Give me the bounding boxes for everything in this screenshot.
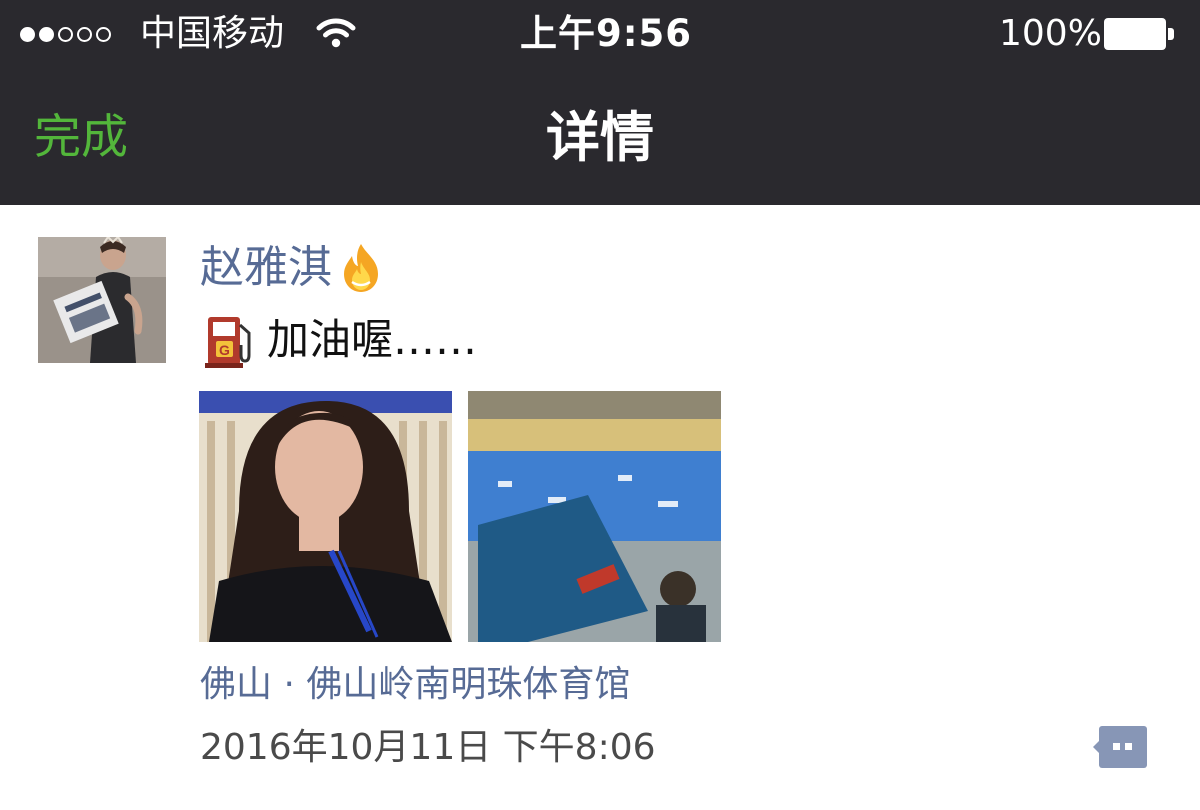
page-title: 详情 <box>546 106 654 169</box>
status-bar: 中国移动 上午9:56 100% <box>0 0 1200 70</box>
signal-dots <box>20 24 115 44</box>
post-author-row: 赵雅淇 <box>200 240 384 296</box>
fire-icon <box>338 242 384 294</box>
post-body: 加油喔…… <box>267 315 478 364</box>
battery-percent: 100% <box>999 13 1102 54</box>
clock: 上午9:56 <box>520 12 693 55</box>
author-name[interactable]: 赵雅淇 <box>200 240 332 296</box>
post-location[interactable]: 佛山 · 佛山岭南明珠体育馆 <box>200 661 630 709</box>
fuel-pump-icon: G <box>205 311 257 369</box>
svg-text:G: G <box>219 342 230 358</box>
wifi-icon <box>316 16 356 59</box>
arena-photo[interactable] <box>468 391 721 642</box>
signal-dot <box>58 26 73 42</box>
signal-dot <box>20 26 35 42</box>
post-text-row: G 加油喔…… <box>205 310 477 370</box>
signal-dot <box>77 26 92 42</box>
signal-dot <box>39 26 54 42</box>
carrier-label: 中国移动 <box>140 13 285 54</box>
selfie-photo[interactable] <box>199 391 452 642</box>
comment-icon[interactable] <box>1093 726 1147 768</box>
battery-icon <box>1104 18 1174 50</box>
signal-dot <box>96 26 111 42</box>
nav-bar: 完成 详情 <box>0 70 1200 205</box>
post-timestamp: 2016年10月11日 下午8:06 <box>200 727 656 768</box>
avatar[interactable] <box>38 237 166 363</box>
top-bar: 中国移动 上午9:56 100% 完成 详情 <box>0 0 1200 205</box>
